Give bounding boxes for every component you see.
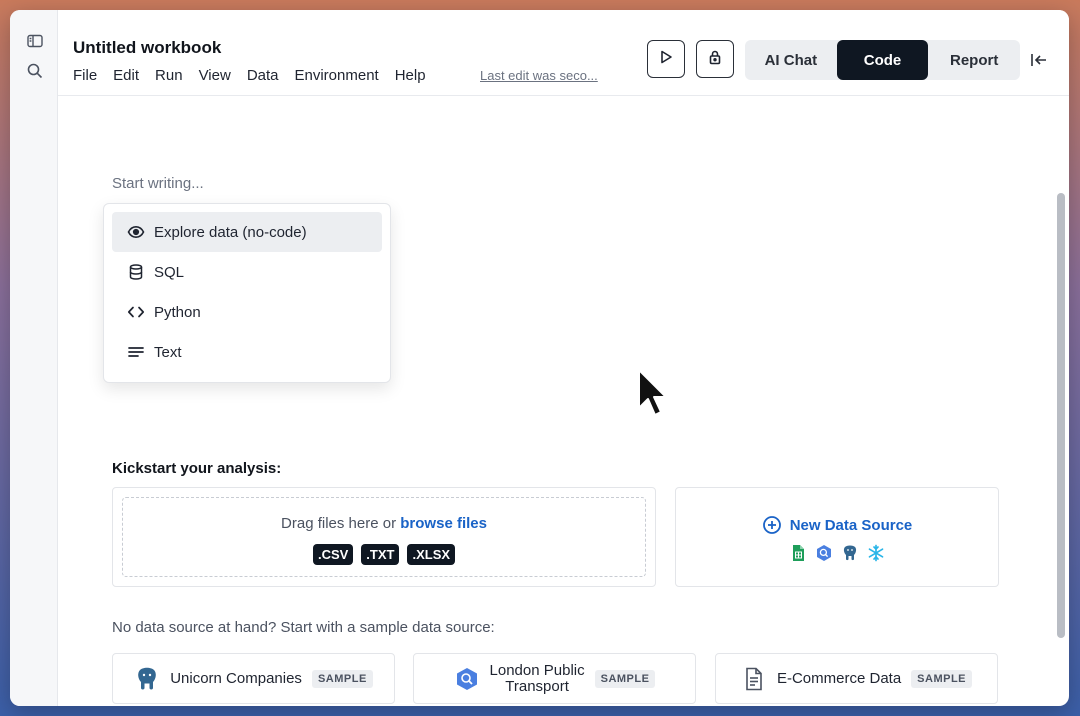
last-edit-link[interactable]: Last edit was seco...: [480, 68, 598, 83]
database-icon: [126, 262, 146, 282]
sample-name-line1: London Public: [489, 661, 585, 679]
sample-tag: SAMPLE: [911, 669, 973, 688]
app-window: Untitled workbook File Edit Run View Dat…: [10, 10, 1069, 706]
plus-circle-icon: [762, 515, 782, 535]
menu-bar: File Edit Run View Data Environment Help: [73, 67, 442, 84]
view-mode-switcher: AI Chat Code Report: [745, 40, 1020, 80]
editor-placeholder[interactable]: Start writing...: [112, 175, 204, 192]
new-data-source-card[interactable]: New Data Source: [675, 487, 999, 587]
google-sheets-icon: [789, 544, 807, 562]
play-icon: [658, 49, 674, 70]
menu-file[interactable]: File: [73, 67, 97, 84]
menu-data[interactable]: Data: [247, 67, 279, 84]
bigquery-icon: [454, 666, 480, 692]
eye-icon: [126, 222, 146, 242]
menu-item-explore-data[interactable]: Explore data (no-code): [112, 212, 382, 252]
workbook-title[interactable]: Untitled workbook: [73, 38, 221, 58]
bigquery-icon: [815, 544, 833, 562]
csv-badge: .CSV: [312, 544, 354, 565]
run-button[interactable]: [647, 40, 685, 78]
sidebar-toggle-icon[interactable]: [26, 32, 44, 50]
menu-help[interactable]: Help: [395, 67, 426, 84]
sample-name: Unicorn Companies: [170, 669, 302, 687]
drop-zone-dashed-area: Drag files here or browse files .CSV .TX…: [122, 497, 646, 577]
sample-name-line2: Transport: [505, 677, 569, 695]
left-rail: [10, 10, 58, 706]
sample-intro-text: No data source at hand? Start with a sam…: [112, 619, 495, 636]
menu-item-label: Text: [154, 343, 182, 361]
postgres-icon: [841, 544, 859, 562]
file-icon: [741, 666, 767, 692]
file-drop-zone[interactable]: Drag files here or browse files .CSV .TX…: [112, 487, 656, 587]
menu-view[interactable]: View: [199, 67, 231, 84]
sample-ecommerce-data[interactable]: E-Commerce Data SAMPLE: [715, 653, 998, 704]
lock-icon: [707, 49, 723, 70]
workbook-header: Untitled workbook File Edit Run View Dat…: [58, 10, 1069, 96]
menu-item-label: SQL: [154, 263, 185, 281]
snowflake-icon: [867, 544, 885, 562]
menu-item-label: Python: [154, 303, 201, 321]
menu-item-sql[interactable]: SQL: [112, 252, 382, 292]
code-icon: [126, 302, 146, 322]
kickstart-heading: Kickstart your analysis:: [112, 460, 282, 477]
sample-unicorn-companies[interactable]: Unicorn Companies SAMPLE: [112, 653, 395, 704]
notebook-canvas: Start writing... Explore data (no-code) …: [58, 97, 1069, 706]
mouse-cursor-icon: [638, 369, 667, 416]
new-data-source-label: New Data Source: [789, 516, 913, 534]
data-source-logos: [676, 544, 998, 562]
file-type-badges: .CSV .TXT .XLSX: [123, 544, 645, 565]
postgres-icon: [134, 666, 160, 692]
sample-tag: SAMPLE: [594, 669, 656, 688]
ai-chat-tab[interactable]: AI Chat: [745, 40, 837, 80]
vertical-scrollbar[interactable]: [1057, 193, 1065, 638]
cell-type-menu: Explore data (no-code) SQL Python Text: [103, 203, 391, 383]
search-icon[interactable]: [26, 62, 44, 80]
menu-environment[interactable]: Environment: [295, 67, 379, 84]
sample-london-transport[interactable]: London Public Transport SAMPLE: [413, 653, 696, 704]
lock-button[interactable]: [696, 40, 734, 78]
menu-edit[interactable]: Edit: [113, 67, 139, 84]
collapse-panel-icon[interactable]: [1029, 50, 1049, 70]
new-data-source-button[interactable]: New Data Source: [676, 515, 998, 535]
xlsx-badge: .XLSX: [407, 544, 456, 565]
code-tab[interactable]: Code: [836, 40, 929, 80]
menu-item-python[interactable]: Python: [112, 292, 382, 332]
menu-run[interactable]: Run: [155, 67, 183, 84]
drag-instructions: Drag files here or browse files: [123, 515, 645, 532]
menu-item-label: Explore data (no-code): [154, 223, 307, 241]
drag-prefix: Drag files here or: [281, 515, 397, 532]
sample-name: London Public Transport: [489, 661, 585, 695]
txt-badge: .TXT: [361, 544, 400, 565]
text-lines-icon: [126, 342, 146, 362]
sample-name: E-Commerce Data: [776, 669, 902, 687]
report-tab[interactable]: Report: [928, 40, 1020, 80]
browse-files-link[interactable]: browse files: [400, 515, 487, 532]
menu-item-text[interactable]: Text: [112, 332, 382, 372]
sample-tag: SAMPLE: [311, 669, 373, 688]
